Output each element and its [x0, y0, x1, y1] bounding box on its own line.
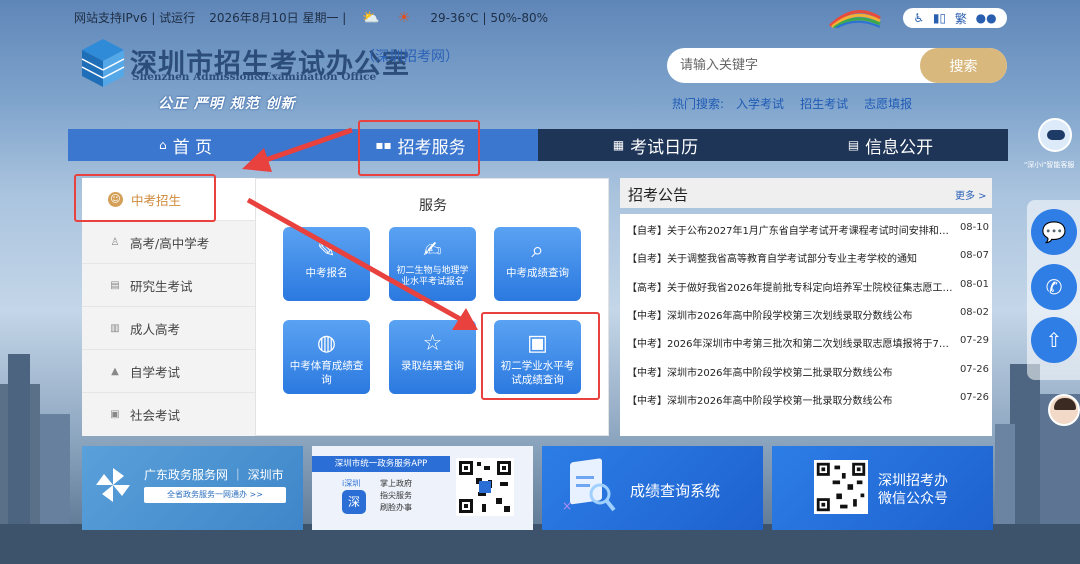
arrow-to-grade8-score: [246, 197, 464, 323]
arrow-to-zhongkao: [259, 127, 353, 165]
annotation-arrows: [242, 127, 478, 330]
arrow-head-icon: [242, 148, 272, 172]
